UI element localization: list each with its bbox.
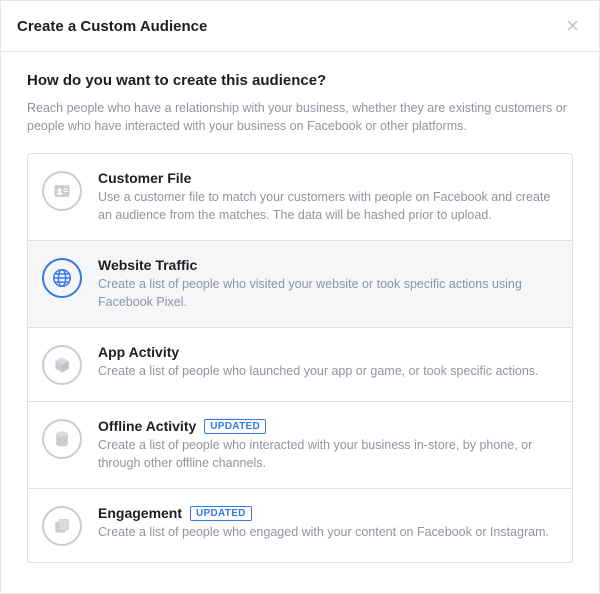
updated-badge: UPDATED xyxy=(204,419,266,434)
globe-icon xyxy=(42,258,82,298)
intro-subtext: Reach people who have a relationship wit… xyxy=(27,99,573,135)
option-title: Customer File xyxy=(98,170,191,186)
option-app-activity[interactable]: App Activity Create a list of people who… xyxy=(28,328,572,402)
option-body: Website Traffic Create a list of people … xyxy=(98,257,554,311)
updated-badge: UPDATED xyxy=(190,506,252,521)
option-offline-activity[interactable]: Offline Activity UPDATED Create a list o… xyxy=(28,402,572,489)
option-desc: Create a list of people who interacted w… xyxy=(98,437,554,472)
option-title: App Activity xyxy=(98,344,179,360)
dialog-body: How do you want to create this audience?… xyxy=(1,52,599,575)
option-customer-file[interactable]: Customer File Use a customer file to mat… xyxy=(28,154,572,241)
option-title: Offline Activity xyxy=(98,418,196,434)
option-title: Engagement xyxy=(98,505,182,521)
option-body: Offline Activity UPDATED Create a list o… xyxy=(98,418,554,472)
close-button[interactable]: × xyxy=(562,15,583,37)
option-list: Customer File Use a customer file to mat… xyxy=(27,153,573,563)
option-desc: Create a list of people who engaged with… xyxy=(98,524,554,542)
dialog-header: Create a Custom Audience × xyxy=(1,1,599,52)
custom-audience-dialog: Create a Custom Audience × How do you wa… xyxy=(0,0,600,594)
option-desc: Use a customer file to match your custom… xyxy=(98,189,554,224)
option-body: App Activity Create a list of people who… xyxy=(98,344,554,381)
option-desc: Create a list of people who visited your… xyxy=(98,276,554,311)
option-engagement[interactable]: Engagement UPDATED Create a list of peop… xyxy=(28,489,572,562)
option-website-traffic[interactable]: Website Traffic Create a list of people … xyxy=(28,241,572,328)
cube-icon xyxy=(42,345,82,385)
pages-icon xyxy=(42,506,82,546)
intro-heading: How do you want to create this audience? xyxy=(27,72,573,89)
option-body: Engagement UPDATED Create a list of peop… xyxy=(98,505,554,542)
option-body: Customer File Use a customer file to mat… xyxy=(98,170,554,224)
database-icon xyxy=(42,419,82,459)
option-title: Website Traffic xyxy=(98,257,197,273)
dialog-title: Create a Custom Audience xyxy=(17,18,207,35)
option-desc: Create a list of people who launched you… xyxy=(98,363,554,381)
contact-card-icon xyxy=(42,171,82,211)
